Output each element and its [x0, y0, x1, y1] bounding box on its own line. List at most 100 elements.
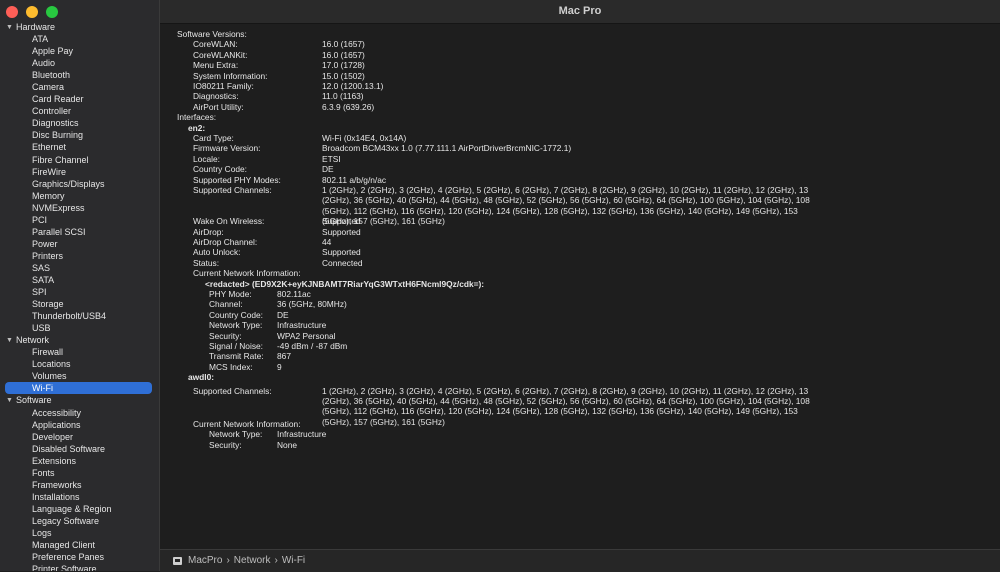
- sidebar-item-frameworks[interactable]: Frameworks: [0, 479, 159, 491]
- field-label: Supported PHY Modes:: [193, 174, 281, 185]
- field-label: Security:: [209, 439, 242, 450]
- chevron-down-icon[interactable]: ▼: [6, 397, 16, 404]
- system-information-window: ▼ Hardware ATA Apple Pay Audio Bluetooth Camer…: [0, 0, 1000, 572]
- field-value: DE: [277, 309, 289, 320]
- zoom-button[interactable]: [46, 6, 58, 18]
- sidebar-item-firewall[interactable]: Firewall: [0, 346, 159, 358]
- sidebar-group-hardware[interactable]: ▼ Hardware: [0, 21, 159, 33]
- sidebar-item-storage[interactable]: Storage: [0, 298, 159, 310]
- sidebar-item-apple-pay[interactable]: Apple Pay: [0, 45, 159, 57]
- sidebar-tree: ▼ Hardware ATA Apple Pay Audio Bluetooth Camer…: [0, 21, 159, 571]
- field-value: 11.0 (1163): [322, 91, 364, 102]
- chevron-down-icon[interactable]: ▼: [6, 337, 16, 344]
- field-value: WPA2 Personal: [277, 330, 336, 341]
- field-label: Card Type:: [193, 133, 234, 143]
- interfaces-heading: Interfaces:: [177, 112, 217, 123]
- sidebar-item-graphics-displays[interactable]: Graphics/Displays: [0, 178, 159, 190]
- sidebar-item-managed-client[interactable]: Managed Client: [0, 539, 159, 551]
- close-button[interactable]: [6, 6, 18, 18]
- sidebar-item-firewire[interactable]: FireWire: [0, 166, 159, 178]
- sidebar-item-sas[interactable]: SAS: [0, 262, 159, 274]
- breadcrumb-item[interactable]: MacPro: [188, 555, 222, 566]
- sidebar-item-camera[interactable]: Camera: [0, 81, 159, 93]
- field-label: Wake On Wireless:: [193, 216, 265, 227]
- sidebar-item-language-region[interactable]: Language & Region: [0, 503, 159, 515]
- field-label: Auto Unlock:: [193, 247, 241, 258]
- sidebar-item-disc-burning[interactable]: Disc Burning: [0, 129, 159, 141]
- field-value: 17.0 (1728): [322, 60, 365, 71]
- field-label: Network Type:: [209, 429, 263, 440]
- field-value: Connected: [322, 257, 363, 268]
- interface-en2-heading: en2:: [188, 122, 206, 133]
- breadcrumb-separator: ›: [226, 555, 230, 566]
- sidebar-item-usb[interactable]: USB: [0, 322, 159, 334]
- sidebar-item-volumes[interactable]: Volumes: [0, 370, 159, 382]
- sidebar-item-wi-fi[interactable]: Wi-Fi: [5, 382, 152, 395]
- sidebar-item-power[interactable]: Power: [0, 238, 159, 250]
- sidebar-item-audio[interactable]: Audio: [0, 57, 159, 69]
- sidebar-item-printers[interactable]: Printers: [0, 250, 159, 262]
- sidebar-group-label: Software: [16, 395, 52, 406]
- sidebar-item-developer[interactable]: Developer: [0, 431, 159, 443]
- current-network-heading: Current Network Information:: [193, 268, 301, 279]
- minimize-button[interactable]: [26, 6, 38, 18]
- sidebar-item-parallel-scsi[interactable]: Parallel SCSI: [0, 226, 159, 238]
- field-value: 802.11ac: [277, 289, 311, 299]
- sidebar-item-thunderbolt-usb4[interactable]: Thunderbolt/USB4: [0, 310, 159, 322]
- sidebar-item-controller[interactable]: Controller: [0, 105, 159, 117]
- sidebar-item-pci[interactable]: PCI: [0, 214, 159, 226]
- sidebar-item-fibre-channel[interactable]: Fibre Channel: [0, 154, 159, 166]
- sidebar-item-memory[interactable]: Memory: [0, 190, 159, 202]
- awdl-current-network-heading: Current Network Information:: [193, 418, 301, 429]
- field-label: CoreWLANKit:: [193, 49, 248, 60]
- field-label: Country Code:: [209, 309, 263, 320]
- sidebar-item-fonts[interactable]: Fonts: [0, 467, 159, 479]
- sidebar-group-network[interactable]: ▼ Network: [0, 334, 159, 346]
- field-label: Supported Channels:: [193, 385, 272, 396]
- sidebar-item-printer-software[interactable]: Printer Software: [0, 563, 159, 571]
- chevron-down-icon[interactable]: ▼: [6, 24, 16, 31]
- sidebar-item-card-reader[interactable]: Card Reader: [0, 93, 159, 105]
- network-name-heading: <redacted> (ED9X2K+eyKJNBAMT7RiarYqG3WTx…: [205, 278, 485, 289]
- sidebar-item-applications[interactable]: Applications: [0, 419, 159, 431]
- breadcrumb-item[interactable]: Wi-Fi: [282, 555, 305, 566]
- field-label: Signal / Noise:: [209, 341, 263, 351]
- sidebar-item-ata[interactable]: ATA: [0, 33, 159, 45]
- software-versions-heading: Software Versions:: [177, 29, 247, 39]
- detail-pane: Software Versions: CoreWLAN: 16.0 (1657) Co…: [160, 24, 1000, 548]
- field-value: Infrastructure: [277, 320, 327, 331]
- field-value: 44: [322, 237, 332, 247]
- breadcrumb-item[interactable]: Network: [234, 555, 271, 566]
- computer-icon: [173, 557, 182, 565]
- sidebar-item-ethernet[interactable]: Ethernet: [0, 141, 159, 153]
- sidebar-item-bluetooth[interactable]: Bluetooth: [0, 69, 159, 81]
- sidebar-item-logs[interactable]: Logs: [0, 527, 159, 539]
- sidebar-item-installations[interactable]: Installations: [0, 491, 159, 503]
- sidebar-item-accessibility[interactable]: Accessibility: [0, 407, 159, 419]
- field-label: IO80211 Family:: [193, 81, 254, 91]
- sidebar-item-extensions[interactable]: Extensions: [0, 455, 159, 467]
- sidebar-item-legacy-software[interactable]: Legacy Software: [0, 515, 159, 527]
- field-label: Firmware Version:: [193, 143, 261, 154]
- sidebar-item-preference-panes[interactable]: Preference Panes: [0, 551, 159, 563]
- field-value: Wi-Fi (0x14E4, 0x14A): [322, 133, 407, 143]
- field-value: ETSI: [322, 153, 341, 164]
- field-value: Broadcom BCM43xx 1.0 (7.77.111.1 AirPort…: [322, 143, 572, 154]
- field-value: 802.11 a/b/g/n/ac: [322, 174, 387, 185]
- sidebar-item-locations[interactable]: Locations: [0, 358, 159, 370]
- field-value: 1 (2GHz), 2 (2GHz), 3 (2GHz), 4 (2GHz), …: [322, 385, 810, 427]
- sidebar-item-sata[interactable]: SATA: [0, 274, 159, 286]
- field-label: AirDrop:: [193, 226, 224, 237]
- sidebar-group-software[interactable]: ▼ Software: [0, 394, 159, 406]
- field-label: AirDrop Channel:: [193, 237, 258, 247]
- window-title: Mac Pro: [160, 0, 1000, 24]
- sidebar-item-nvmexpress[interactable]: NVMExpress: [0, 202, 159, 214]
- sidebar-item-spi[interactable]: SPI: [0, 286, 159, 298]
- sidebar-group-label: Network: [16, 335, 50, 346]
- field-value: 36 (5GHz, 80MHz): [277, 299, 347, 310]
- breadcrumb-separator: ›: [274, 555, 278, 566]
- field-value: Infrastructure: [277, 429, 327, 440]
- sidebar-item-diagnostics[interactable]: Diagnostics: [0, 117, 159, 129]
- sidebar-item-disabled-software[interactable]: Disabled Software: [0, 443, 159, 455]
- field-value: Supported: [322, 216, 361, 227]
